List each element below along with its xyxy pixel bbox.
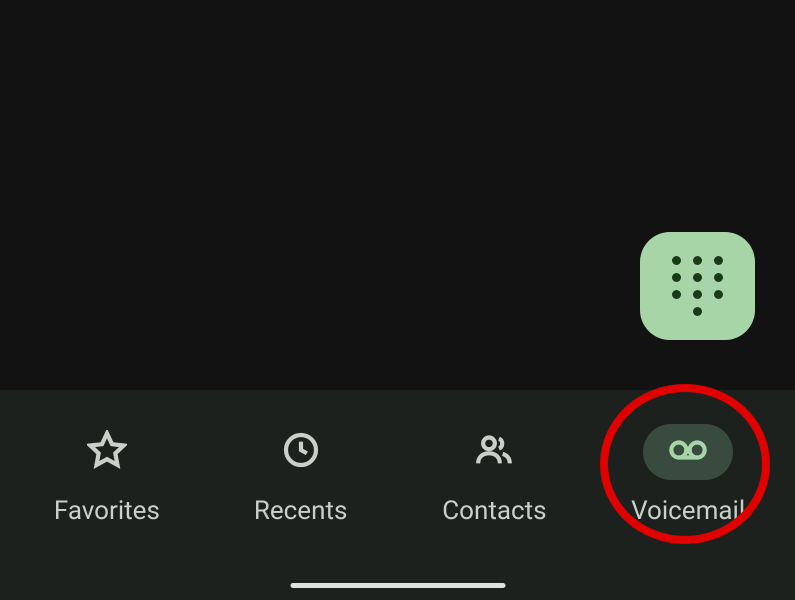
home-indicator[interactable] <box>290 583 505 588</box>
content-area <box>0 0 795 390</box>
clock-icon <box>281 430 321 474</box>
nav-label: Favorites <box>54 496 160 526</box>
nav-item-recents[interactable]: Recents <box>204 424 398 526</box>
nav-label: Contacts <box>442 496 546 526</box>
nav-label: Voicemail <box>631 496 745 526</box>
people-icon <box>474 430 514 474</box>
nav-item-favorites[interactable]: Favorites <box>10 424 204 526</box>
nav-icon-wrap <box>256 424 346 480</box>
dialpad-icon <box>672 256 723 316</box>
dialpad-fab-button[interactable] <box>640 232 755 340</box>
nav-item-voicemail[interactable]: Voicemail <box>591 424 785 526</box>
nav-icon-wrap <box>62 424 152 480</box>
voicemail-icon <box>668 430 708 474</box>
nav-icon-wrap <box>449 424 539 480</box>
bottom-navigation-bar: Favorites Recents Contacts <box>0 390 795 600</box>
nav-label: Recents <box>254 496 348 526</box>
nav-item-contacts[interactable]: Contacts <box>398 424 592 526</box>
star-icon <box>87 430 127 474</box>
nav-icon-wrap <box>643 424 733 480</box>
